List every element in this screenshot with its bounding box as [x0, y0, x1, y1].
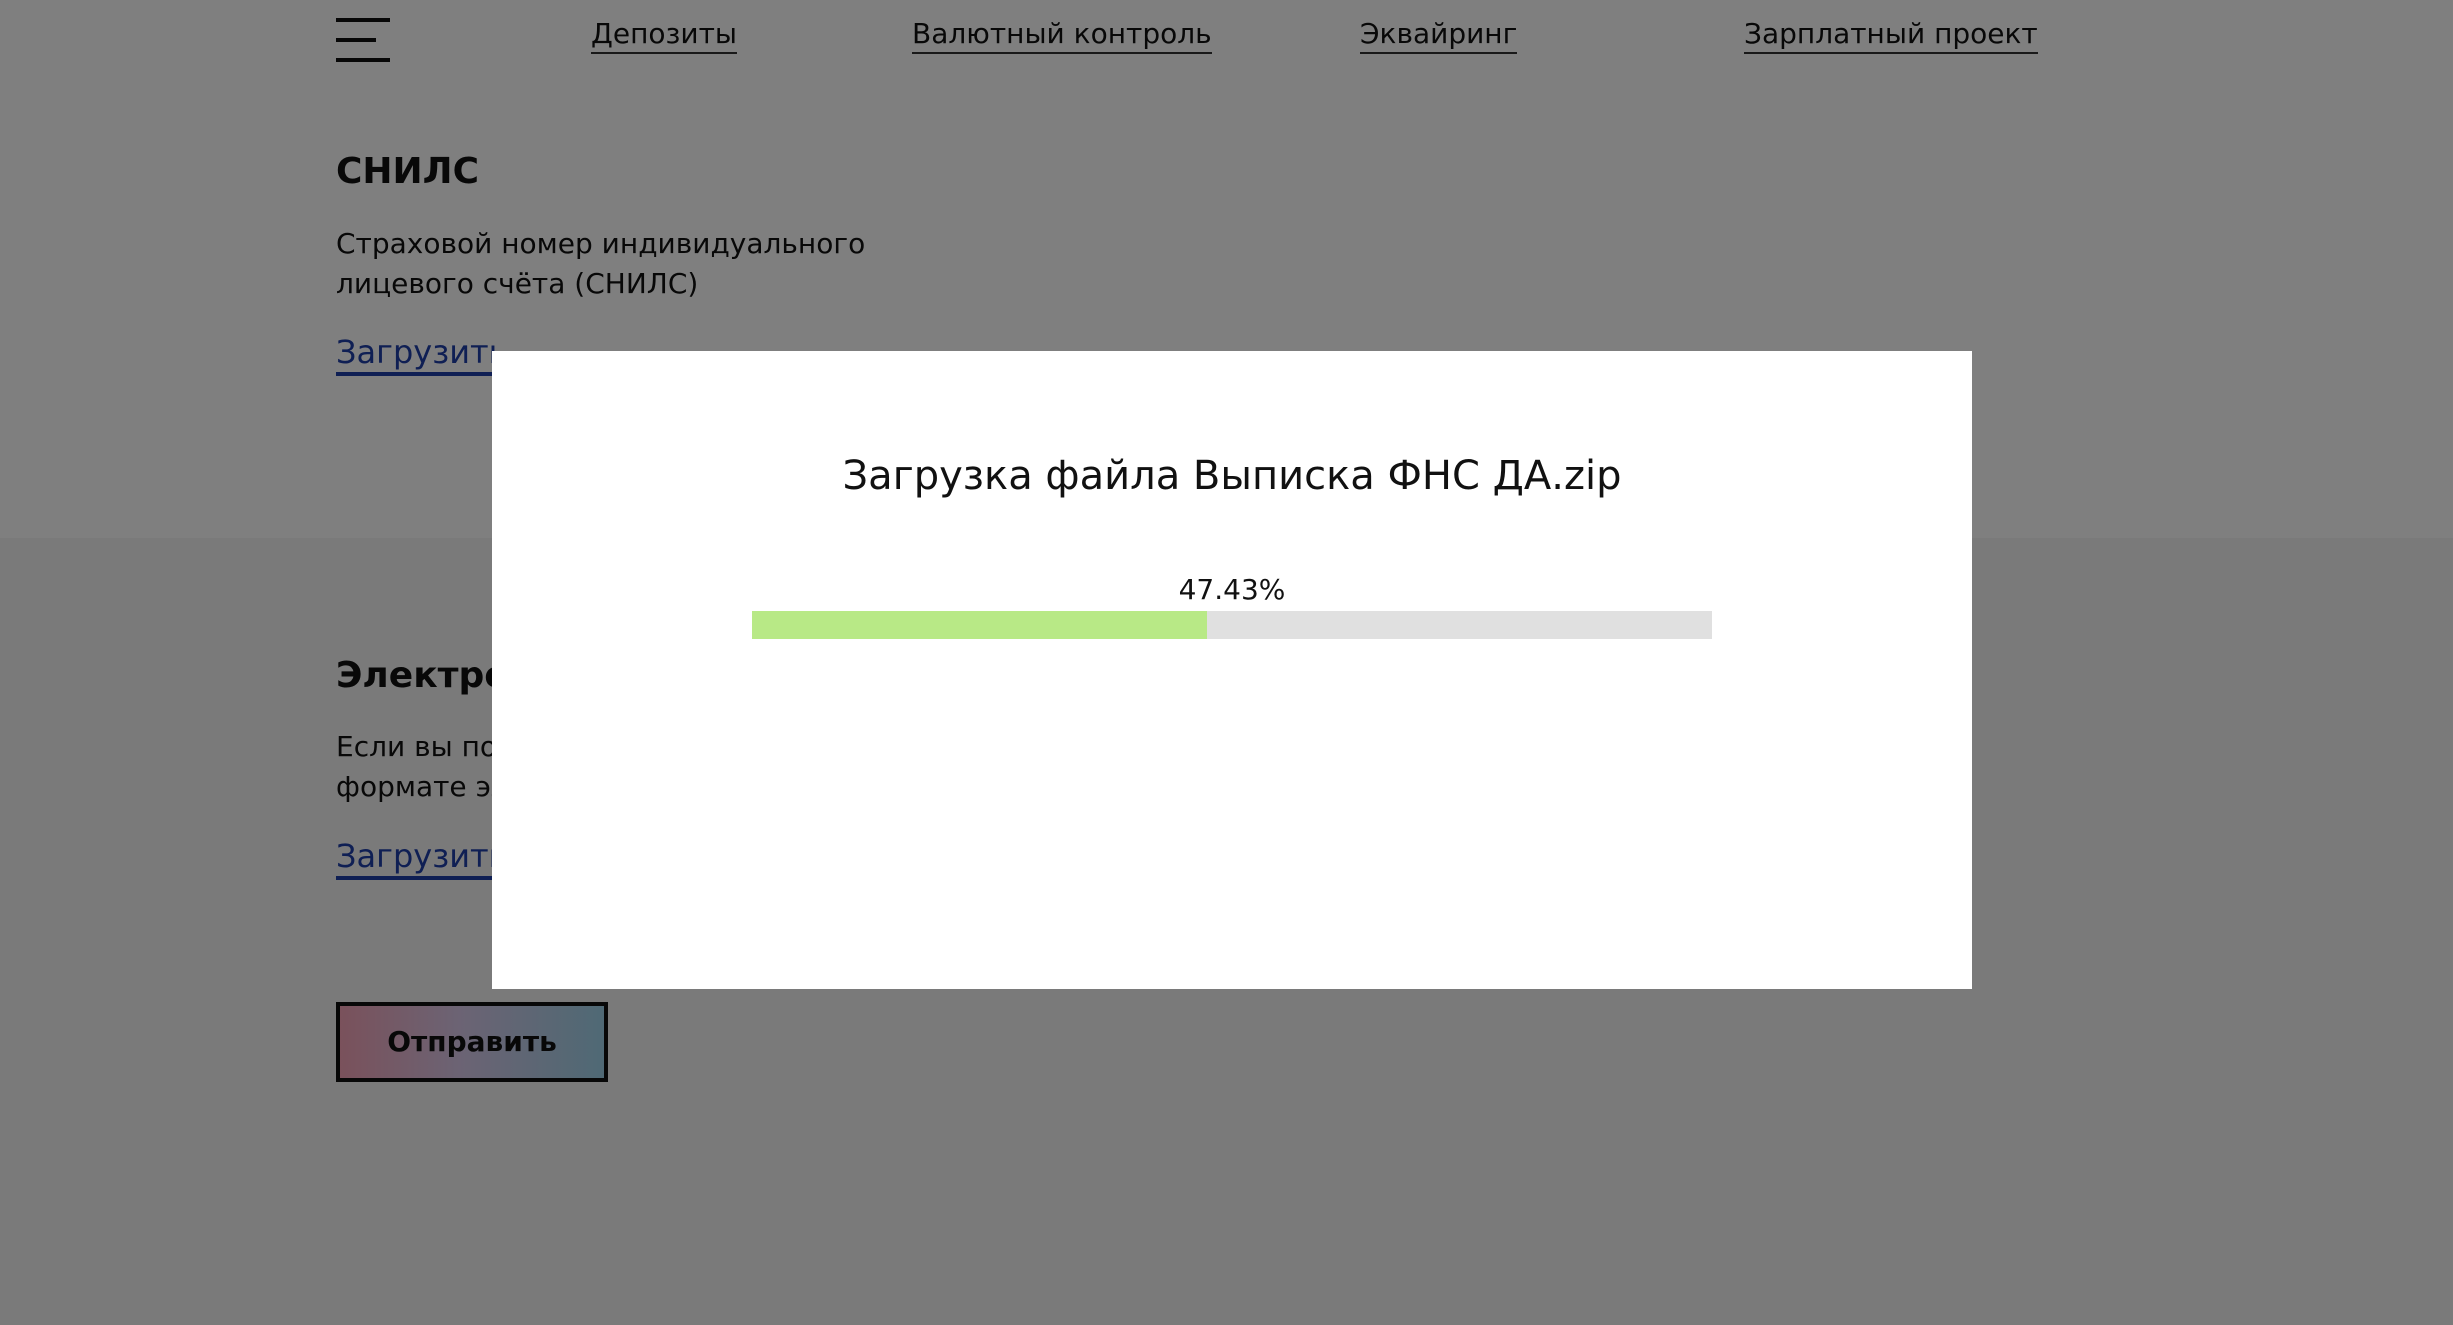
progress-bar — [752, 611, 1712, 639]
modal-title: Загрузка файла Выписка ФНС ДА.zip — [842, 453, 1622, 499]
upload-progress-modal: Загрузка файла Выписка ФНС ДА.zip 47.43% — [492, 351, 1972, 989]
progress-bar-fill — [752, 611, 1208, 639]
progress-percent: 47.43% — [1178, 573, 1286, 606]
page: Депозиты Валютный контроль Эквайринг Зар… — [0, 0, 2453, 1325]
